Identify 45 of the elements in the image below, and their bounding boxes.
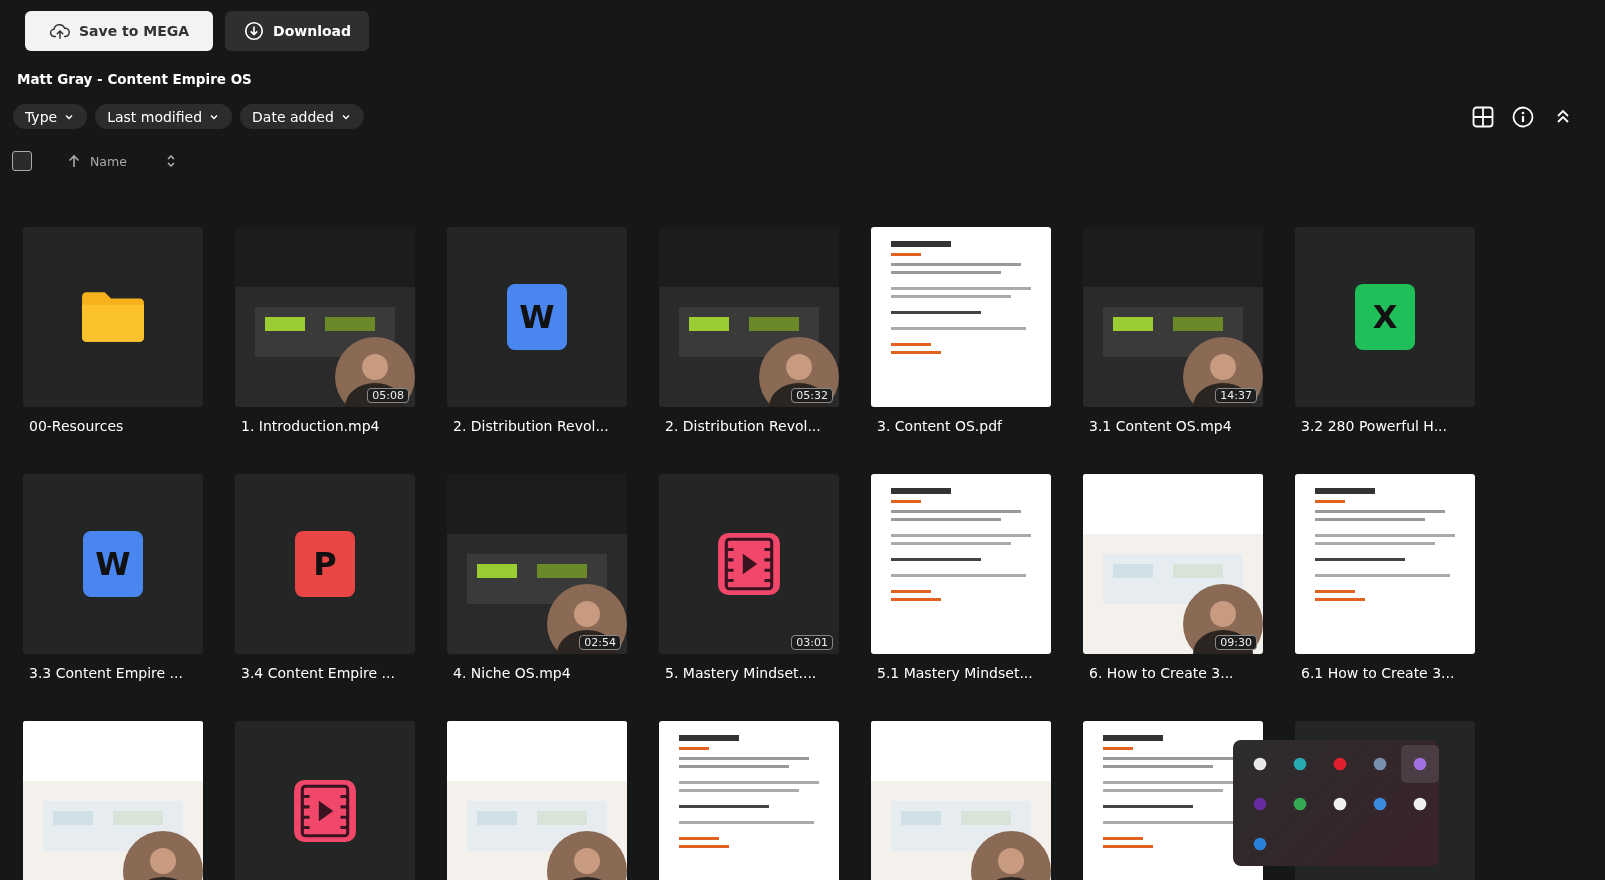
file-name: 5. Mastery Mindset....: [664, 665, 818, 681]
word-file-icon: W: [507, 284, 567, 350]
file-name: 3.4 Content Empire ...: [240, 665, 396, 681]
file-name: 3.3 Content Empire ...: [28, 665, 184, 681]
select-all-checkbox[interactable]: [12, 151, 32, 171]
folder-title: Matt Gray - Content Empire OS: [16, 70, 253, 87]
video-file-icon: [716, 531, 782, 597]
file-name: 2. Distribution Revol...: [664, 418, 822, 434]
filter-dropdown[interactable]: Last modified: [95, 104, 233, 129]
sort-label: Name: [90, 153, 127, 169]
file-name: 6.1 How to Create 3...: [1300, 665, 1456, 681]
filter-dropdown[interactable]: Type: [13, 104, 88, 129]
file-name: 4. Niche OS.mp4: [452, 665, 572, 681]
powerpoint-file-icon: P: [295, 531, 355, 597]
file-name: 1. Introduction.mp4: [240, 418, 381, 434]
file-tile[interactable]: W: [23, 474, 203, 654]
file-name: 3.1 Content OS.mp4: [1088, 418, 1233, 434]
duration-badge: 02:54: [579, 635, 621, 650]
duration-badge: 05:32: [791, 388, 833, 403]
file-tile[interactable]: [23, 227, 203, 407]
duration-badge: 14:37: [1215, 388, 1257, 403]
download-button[interactable]: Download: [225, 11, 370, 51]
duration-badge: 05:08: [367, 388, 409, 403]
save-button[interactable]: Save to MEGA: [25, 11, 214, 51]
duration-badge: 09:30: [1215, 635, 1257, 650]
excel-file-icon: X: [1355, 284, 1415, 350]
file-tile[interactable]: P: [235, 474, 415, 654]
file-name: 3.2 280 Powerful H...: [1300, 418, 1448, 434]
download-icon: [243, 20, 266, 42]
info-icon[interactable]: [1511, 104, 1535, 129]
file-name: 3. Content OS.pdf: [876, 418, 1004, 434]
word-file-icon: W: [83, 531, 143, 597]
grid-view-icon[interactable]: [1471, 104, 1495, 129]
arrow-up-icon: [66, 153, 82, 169]
file-tile[interactable]: W: [447, 227, 627, 407]
video-file-icon: [292, 778, 358, 844]
file-tile[interactable]: X: [1295, 227, 1475, 407]
file-name: 2. Distribution Revol...: [452, 418, 610, 434]
duration-badge: 03:01: [791, 635, 833, 650]
filter-dropdown[interactable]: Date added: [240, 104, 364, 129]
file-name: 6. How to Create 3...: [1088, 665, 1235, 681]
file-tile[interactable]: 03:01: [659, 474, 839, 654]
file-name: 00-Resources: [28, 418, 125, 434]
file-name: 5.1 Mastery Mindset...: [876, 665, 1034, 681]
file-tile[interactable]: [235, 721, 415, 880]
